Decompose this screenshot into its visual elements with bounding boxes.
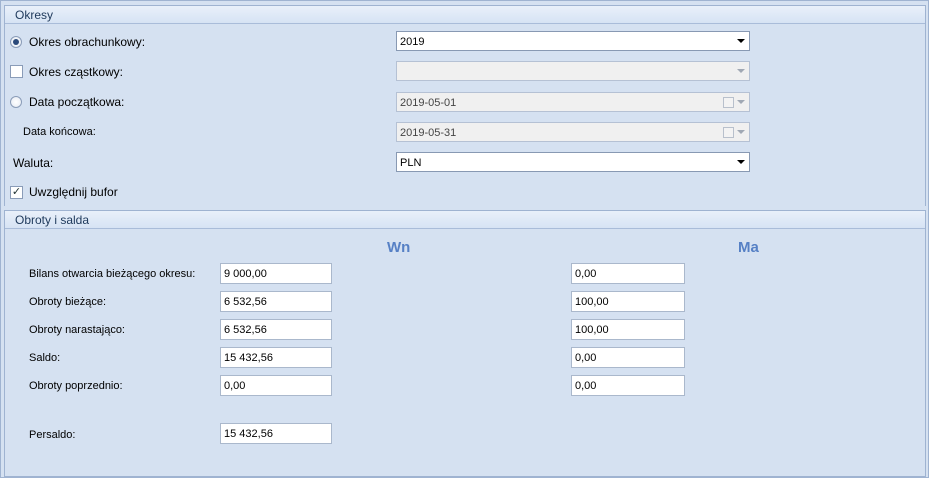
balance-window: Okresy Okres obrachunkowy: 2019 Okres cz…: [0, 0, 929, 478]
data-koncowa-label: Data końcowa:: [23, 126, 96, 138]
calendar-icon[interactable]: [723, 97, 734, 108]
obroty-poprzednio-ma-field[interactable]: 0,00: [571, 375, 685, 396]
field-value: 9 000,00: [224, 268, 267, 280]
obroty-narastajaco-wn-field[interactable]: 6 532,56: [220, 319, 332, 340]
okresy-title: Okresy: [15, 8, 54, 22]
waluta-select[interactable]: PLN: [396, 152, 750, 172]
okres-czastkowy-checkbox[interactable]: [10, 65, 23, 78]
chevron-down-icon[interactable]: [737, 69, 745, 73]
field-value: 0,00: [224, 380, 246, 392]
obroty-biezace-wn-field[interactable]: 6 532,56: [220, 291, 332, 312]
bilans-otwarcia-ma-field[interactable]: 0,00: [571, 263, 685, 284]
calendar-icon[interactable]: [723, 127, 734, 138]
okres-obrachunkowy-label: Okres obrachunkowy:: [29, 35, 146, 49]
obroty-group: Obroty i salda: [4, 210, 926, 477]
field-value: 6 532,56: [224, 324, 267, 336]
okres-obrachunkowy-radio[interactable]: [10, 36, 22, 48]
chevron-down-icon[interactable]: [737, 39, 745, 43]
checkmark-icon: ✓: [11, 186, 22, 198]
row-label-obroty-poprzednio: Obroty poprzednio:: [29, 380, 123, 392]
row-label-bilans-otwarcia: Bilans otwarcia bieżącego okresu:: [29, 268, 196, 280]
field-value: 0,00: [575, 380, 597, 392]
data-poczatkowa-label: Data początkowa:: [29, 95, 125, 109]
data-koncowa-picker[interactable]: 2019-05-31: [396, 122, 750, 142]
uwzglednij-bufor-checkbox[interactable]: ✓: [10, 186, 23, 199]
persaldo-wn-field[interactable]: 15 432,56: [220, 423, 332, 444]
data-poczatkowa-picker[interactable]: 2019-05-01: [396, 92, 750, 112]
field-value: 0,00: [575, 352, 597, 364]
waluta-value: PLN: [400, 157, 422, 169]
chevron-down-icon[interactable]: [737, 160, 745, 164]
obroty-narastajaco-ma-field[interactable]: 100,00: [571, 319, 685, 340]
uwzglednij-bufor-label: Uwzględnij bufor: [29, 185, 118, 199]
data-poczatkowa-value: 2019-05-01: [400, 97, 457, 109]
okres-czastkowy-select[interactable]: [396, 61, 750, 81]
field-value: 15 432,56: [224, 428, 273, 440]
field-value: 0,00: [575, 268, 597, 280]
okres-obrachunkowy-select[interactable]: 2019: [396, 31, 750, 51]
saldo-wn-field[interactable]: 15 432,56: [220, 347, 332, 368]
row-label-saldo: Saldo:: [29, 352, 61, 364]
wn-column-header: Wn: [387, 239, 411, 256]
bilans-otwarcia-wn-field[interactable]: 9 000,00: [220, 263, 332, 284]
waluta-label: Waluta:: [13, 156, 54, 170]
obroty-header: Obroty i salda: [5, 211, 925, 229]
okres-obrachunkowy-value: 2019: [400, 36, 425, 48]
data-koncowa-value: 2019-05-31: [400, 127, 457, 139]
chevron-down-icon[interactable]: [737, 130, 745, 134]
okresy-header: Okresy: [5, 6, 925, 24]
field-value: 15 432,56: [224, 352, 273, 364]
okres-czastkowy-label: Okres cząstkowy:: [29, 65, 124, 79]
field-value: 100,00: [575, 296, 609, 308]
field-value: 100,00: [575, 324, 609, 336]
chevron-down-icon[interactable]: [737, 100, 745, 104]
data-poczatkowa-radio[interactable]: [10, 96, 22, 108]
saldo-ma-field[interactable]: 0,00: [571, 347, 685, 368]
ma-column-header: Ma: [738, 239, 759, 256]
obroty-poprzednio-wn-field[interactable]: 0,00: [220, 375, 332, 396]
field-value: 6 532,56: [224, 296, 267, 308]
obroty-biezace-ma-field[interactable]: 100,00: [571, 291, 685, 312]
row-label-obroty-narastajaco: Obroty narastająco:: [29, 324, 125, 336]
row-label-persaldo: Persaldo:: [29, 429, 76, 441]
obroty-title: Obroty i salda: [15, 213, 90, 227]
row-label-obroty-biezace: Obroty bieżące:: [29, 296, 107, 308]
